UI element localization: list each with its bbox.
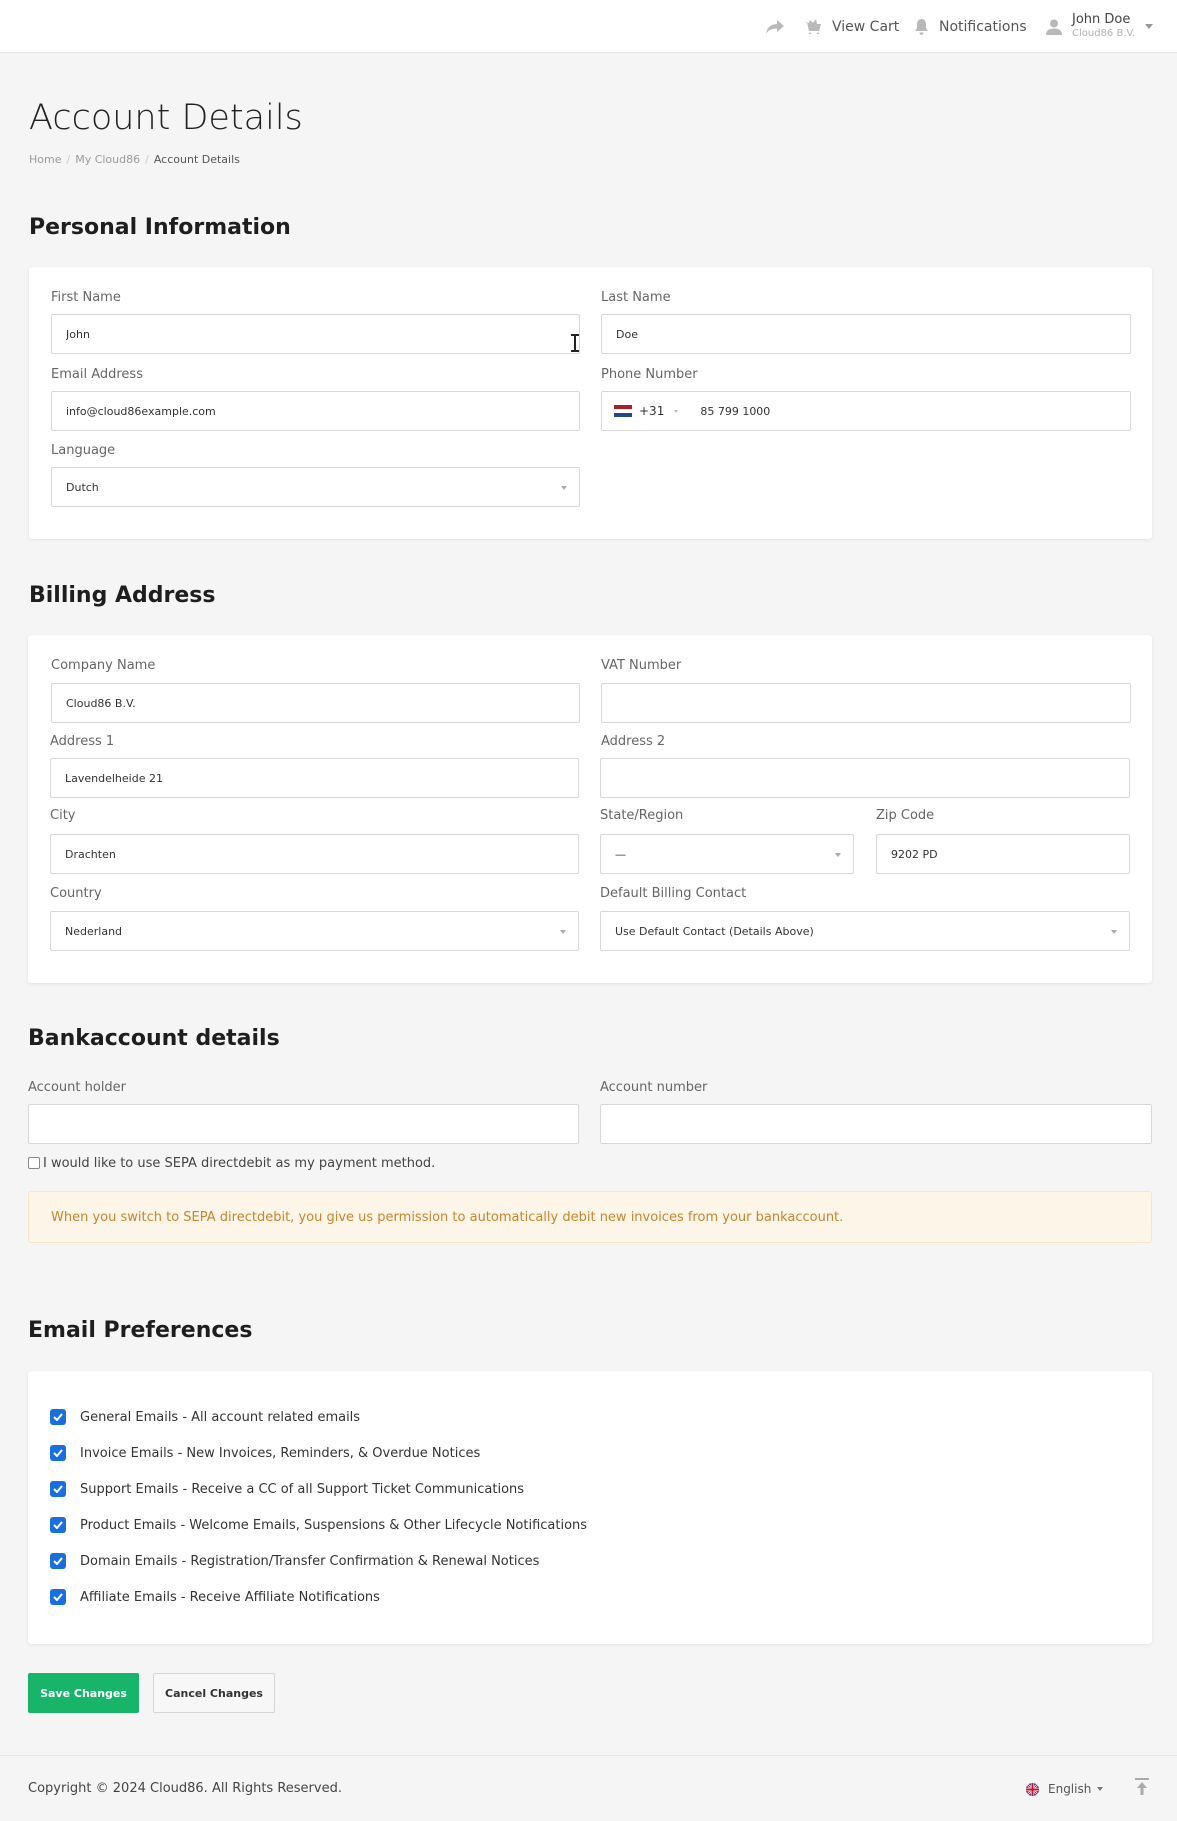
notifications-label: Notifications [939,18,1027,35]
address1-label: Address 1 [50,734,115,749]
nl-flag-icon[interactable] [614,405,632,417]
email-pref-invoice[interactable]: Invoice Emails - New Invoices, Reminders… [50,1445,480,1461]
share-icon [766,19,784,34]
chevron-down-icon [1111,930,1117,934]
email-pref-label: Product Emails - Welcome Emails, Suspens… [80,1517,588,1533]
phone-number-value: 85 799 1000 [700,404,771,418]
user-icon [1046,19,1062,35]
city-label: City [50,808,76,823]
email-pref-label: Domain Emails - Registration/Transfer Co… [80,1553,540,1569]
chevron-down-icon [674,409,679,413]
email-preferences-heading: Email Preferences [28,1318,253,1343]
text-cursor-icon [571,334,579,352]
checked-checkbox-icon[interactable] [50,1517,66,1533]
checked-checkbox-icon[interactable] [50,1409,66,1425]
email-input[interactable] [51,391,580,431]
email-label: Email Address [51,367,143,382]
view-cart-link[interactable]: View Cart [804,0,899,53]
page-title: Account Details [29,98,303,138]
state-region-value: — [615,847,626,861]
email-pref-support[interactable]: Support Emails - Receive a CC of all Sup… [50,1481,524,1497]
language-select[interactable]: Dutch [51,467,580,507]
email-pref-label: Affiliate Emails - Receive Affiliate Not… [80,1589,380,1605]
footer: Copyright © 2024 Cloud86. All Rights Res… [0,1755,1177,1821]
sepa-checkbox[interactable] [28,1157,40,1169]
first-name-input[interactable] [51,314,580,354]
last-name-label: Last Name [601,290,671,305]
address2-label: Address 2 [601,734,666,749]
share-link[interactable] [766,0,784,53]
chevron-down-icon [560,930,566,934]
email-pref-label: General Emails - All account related ema… [80,1409,361,1425]
language-label: Language [51,443,116,458]
bell-icon [915,18,928,35]
first-name-label: First Name [51,290,121,305]
cancel-changes-button[interactable]: Cancel Changes [153,1673,275,1713]
country-label: Country [50,886,102,901]
breadcrumb-current: Account Details [153,153,240,166]
checked-checkbox-icon[interactable] [50,1589,66,1605]
language-switcher[interactable]: English [1026,1782,1104,1796]
breadcrumb-my-cloud86[interactable]: My Cloud86 [75,153,140,166]
back-to-top-icon[interactable] [1134,1778,1150,1796]
user-name: John Doe [1072,12,1131,28]
notifications-link[interactable]: Notifications [914,0,1027,53]
phone-label: Phone Number [601,367,698,382]
billing-contact-label: Default Billing Contact [600,886,747,901]
copyright-text: Copyright © 2024 Cloud86. All Rights Res… [28,1781,342,1796]
cart-icon [804,19,821,34]
sepa-notice-text: When you switch to SEPA directdebit, you… [51,1209,844,1225]
state-region-select[interactable]: — [600,834,854,874]
breadcrumb: Home / My Cloud86/Account Details [29,153,240,166]
country-value: Nederland [65,924,123,938]
checked-checkbox-icon[interactable] [50,1553,66,1569]
language-switcher-label: English [1048,1782,1092,1796]
user-menu[interactable]: John Doe Cloud86 B.V. [1046,0,1154,53]
checked-checkbox-icon[interactable] [50,1445,66,1461]
state-region-label: State/Region [600,808,684,823]
sepa-notice: When you switch to SEPA directdebit, you… [28,1191,1152,1243]
chevron-down-icon [835,853,841,857]
company-name-label: Company Name [51,658,156,673]
billing-contact-select[interactable]: Use Default Contact (Details Above) [600,911,1130,951]
address2-input[interactable] [600,758,1130,798]
view-cart-label: View Cart [832,18,900,35]
account-holder-input[interactable] [28,1104,579,1144]
email-pref-label: Invoice Emails - New Invoices, Reminders… [80,1445,481,1461]
email-pref-label: Support Emails - Receive a CC of all Sup… [80,1481,525,1497]
country-select[interactable]: Nederland [50,911,579,951]
chevron-down-icon [1145,24,1154,29]
email-pref-domain[interactable]: Domain Emails - Registration/Transfer Co… [50,1553,539,1569]
vat-number-label: VAT Number [601,658,682,673]
phone-field[interactable]: +31 85 799 1000 [601,391,1131,431]
email-pref-product[interactable]: Product Emails - Welcome Emails, Suspens… [50,1517,587,1533]
sepa-checkbox-label[interactable]: I would like to use SEPA directdebit as … [43,1156,435,1171]
breadcrumb-home[interactable]: Home [29,153,61,166]
zip-code-input[interactable] [876,834,1130,874]
phone-country-code: +31 [639,404,665,418]
checked-checkbox-icon[interactable] [50,1481,66,1497]
email-pref-affiliate[interactable]: Affiliate Emails - Receive Affiliate Not… [50,1589,380,1605]
address1-input[interactable] [50,758,579,798]
account-number-label: Account number [600,1080,708,1095]
billing-address-heading: Billing Address [29,583,216,608]
account-holder-label: Account holder [28,1080,127,1095]
account-number-input[interactable] [600,1104,1152,1144]
company-name-input[interactable] [51,683,580,723]
language-value: Dutch [66,480,99,494]
uk-flag-icon [1026,1782,1039,1796]
email-pref-general[interactable]: General Emails - All account related ema… [50,1409,360,1425]
chevron-down-icon [1097,1787,1104,1791]
personal-info-heading: Personal Information [29,215,291,240]
vat-number-input[interactable] [601,683,1131,723]
billing-contact-value: Use Default Contact (Details Above) [615,924,814,938]
user-company: Cloud86 B.V. [1072,28,1136,40]
top-navbar: View Cart Notifications John Doe Cloud86… [0,0,1177,53]
zip-code-label: Zip Code [876,808,935,823]
last-name-input[interactable] [601,314,1131,354]
city-input[interactable] [50,834,579,874]
bank-details-heading: Bankaccount details [28,1026,280,1051]
save-changes-button[interactable]: Save Changes [28,1673,139,1713]
chevron-down-icon [561,486,567,490]
